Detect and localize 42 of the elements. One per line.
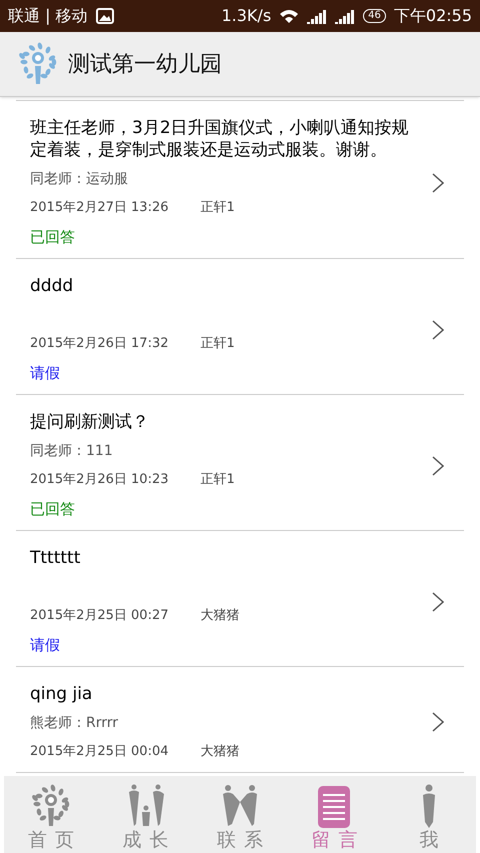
carrier-text: 联通 | 移动 <box>8 5 88 27</box>
author-text: 正轩1 <box>200 199 235 217</box>
status-label: 已回答 <box>30 226 76 248</box>
reply-text: 熊老师：Rrrrr <box>30 714 120 733</box>
signal-icon <box>335 8 356 24</box>
question-text: Ttttttt <box>30 547 82 569</box>
date-text: 2015年2月25日 00:04 <box>30 743 168 761</box>
wifi-icon <box>279 8 300 24</box>
chevron-right-icon <box>432 592 444 612</box>
status-label: 请假 <box>30 634 61 656</box>
battery-icon: 46 <box>363 9 386 23</box>
image-icon <box>96 8 114 24</box>
chevron-right-icon <box>432 456 444 476</box>
message-item[interactable]: qing jia 熊老师：Rrrrr 2015年2月25日 00:04 大猪猪 <box>16 667 464 772</box>
message-item[interactable]: Ttttttt 2015年2月25日 00:27 大猪猪 请假 <box>16 531 464 667</box>
question-text: 班主任老师，3月2日升国旗仪式，小喇叭通知按规定着装，是穿制式服装还是运动式服装。谢谢。 <box>30 117 410 161</box>
question-text: 提问刷新测试？ <box>30 411 150 433</box>
reply-text: 同老师：运动服 <box>30 170 129 189</box>
notebook-icon <box>318 786 350 828</box>
author-text: 正轩1 <box>200 471 235 489</box>
date-text: 2015年2月27日 13:26 <box>30 199 168 217</box>
message-item[interactable]: 班主任老师，3月2日升国旗仪式，小喇叭通知按规定着装，是穿制式服装还是运动式服装。谢谢。 同老师：运动服 2015年2月27日 13:26 正轩1 已回答 <box>16 101 464 259</box>
question-text: dddd <box>30 275 74 297</box>
author-text: 大猪猪 <box>200 743 240 761</box>
header-title: 测试第一幼儿园 <box>68 50 222 78</box>
status-label: 请假 <box>30 362 61 384</box>
reply-text: 同老师：111 <box>30 442 114 461</box>
chevron-right-icon <box>432 712 444 732</box>
chevron-right-icon <box>432 320 444 340</box>
chevron-right-icon <box>432 172 444 192</box>
date-text: 2015年2月25日 00:27 <box>30 607 168 625</box>
signal-icon <box>307 8 328 24</box>
clock-text: 下午02:55 <box>394 5 472 27</box>
network-speed: 1.3K/s <box>221 5 272 27</box>
question-text: qing jia <box>30 683 94 705</box>
date-text: 2015年2月26日 17:32 <box>30 335 168 353</box>
message-item[interactable]: dddd 2015年2月26日 17:32 正轩1 请假 <box>16 259 464 395</box>
message-item[interactable]: 提问刷新测试？ 同老师：111 2015年2月26日 10:23 正轩1 已回答 <box>16 395 464 531</box>
author-text: 正轩1 <box>200 335 235 353</box>
author-text: 大猪猪 <box>200 607 240 625</box>
date-text: 2015年2月26日 10:23 <box>30 471 168 489</box>
status-label: 已回答 <box>30 498 76 520</box>
